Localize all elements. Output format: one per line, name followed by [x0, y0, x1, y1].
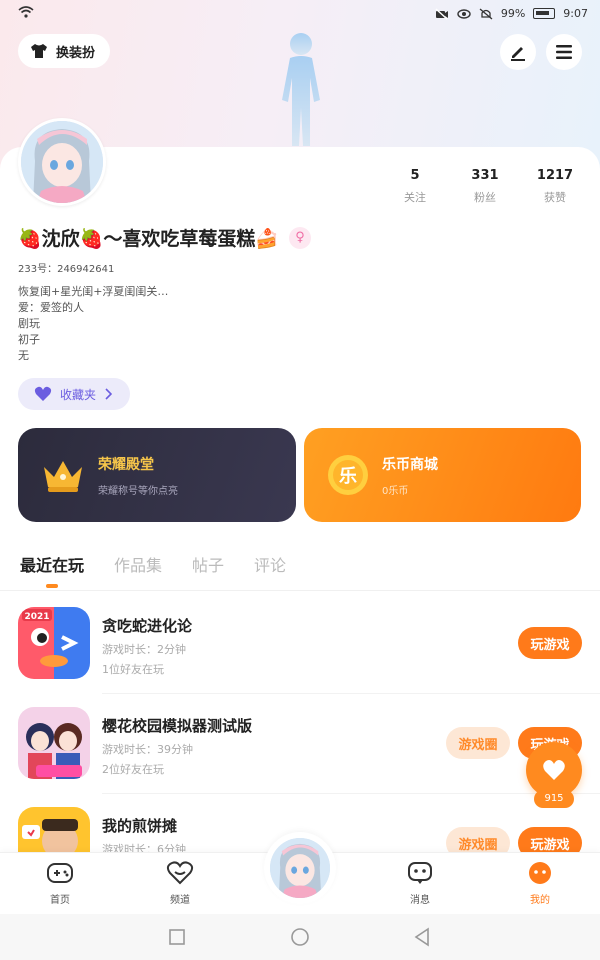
- heart-icon: [543, 760, 565, 780]
- game-friends: 2位好友在玩: [102, 763, 164, 776]
- game-name: 樱花校园模拟器测试版: [102, 717, 253, 735]
- tab-comments[interactable]: 评论: [254, 552, 286, 576]
- chevron-right-icon: [105, 388, 113, 400]
- battery-icon: [533, 8, 556, 19]
- outfit-label: 换装扮: [56, 45, 96, 61]
- svg-text:乐: 乐: [339, 466, 357, 487]
- avatar-figure-silhouette: [282, 33, 320, 146]
- play-game-button[interactable]: 玩游戏: [518, 627, 582, 659]
- avatar[interactable]: [18, 118, 106, 206]
- back-triangle-icon[interactable]: [412, 927, 432, 947]
- game-playtime: 游戏时长：2分钟: [102, 643, 186, 656]
- game-name: 贪吃蛇进化论: [102, 617, 193, 635]
- game-friends: 1位好友在玩: [102, 663, 164, 676]
- heart-chat-icon: [166, 861, 194, 885]
- recents-square-icon[interactable]: [168, 928, 186, 946]
- stat-fans[interactable]: 331 粉丝: [450, 168, 520, 205]
- list-item[interactable]: 2021 贪吃蛇进化论 游戏时长：2分钟 1位好友在玩 玩游戏: [18, 607, 582, 683]
- coin-mall-title: 乐币商城: [382, 456, 438, 473]
- stat-likes-label: 获赞: [544, 191, 566, 204]
- outfit-button[interactable]: 换装扮: [18, 34, 110, 68]
- home-circle-icon[interactable]: [290, 927, 310, 947]
- like-count-badge: 915: [534, 790, 574, 808]
- edit-profile-button[interactable]: [500, 34, 536, 70]
- nav-me[interactable]: 我的: [510, 861, 570, 906]
- nav-messages-label: 消息: [410, 895, 430, 906]
- coin-mall-card[interactable]: 乐 乐币商城 0乐币: [304, 428, 581, 522]
- sakura-school-game-icon: [18, 707, 90, 779]
- coin-icon: 乐: [328, 455, 368, 495]
- list-item[interactable]: 樱花校园模拟器测试版 游戏时长：39分钟 2位好友在玩 游戏圈 玩游戏: [18, 707, 582, 783]
- nav-me-label: 我的: [530, 895, 550, 906]
- battery-percent: 99%: [500, 7, 526, 20]
- game-name: 我的煎饼摊: [102, 817, 178, 835]
- tab-posts[interactable]: 帖子: [192, 552, 224, 576]
- message-bubble-icon: [408, 862, 432, 884]
- honor-hall-subtitle: 荣耀称号等你点亮: [98, 485, 178, 497]
- active-tab-indicator: [46, 584, 58, 588]
- anime-girl-avatar-icon: [270, 838, 330, 898]
- pencil-icon: [511, 47, 525, 61]
- snake-game-icon: 2021: [18, 607, 90, 679]
- wifi-icon: [18, 6, 34, 18]
- nav-channel[interactable]: 频道: [150, 861, 210, 906]
- collection-label: 收藏夹: [60, 387, 97, 402]
- stat-following[interactable]: 5 关注: [380, 168, 450, 205]
- profile-tabs: 最近在玩 作品集 帖子 评论: [20, 552, 286, 576]
- stat-fans-value: 331: [471, 168, 499, 183]
- tshirt-icon: [31, 44, 47, 58]
- tab-works[interactable]: 作品集: [114, 552, 162, 576]
- game-playtime: 游戏时长：39分钟: [102, 743, 193, 756]
- stat-fans-label: 粉丝: [474, 191, 496, 204]
- nav-messages[interactable]: 消息: [390, 861, 450, 906]
- nickname: 🍓沈欣🍓～喜欢吃草莓蛋糕🍰: [18, 228, 279, 250]
- user-id: 233号：246942641: [18, 264, 115, 275]
- nav-home[interactable]: 首页: [30, 861, 90, 906]
- bio: 恢复闺+星光闺+浮夏闺闺关… 爱：爱签的人 剧玩 初子 无: [18, 285, 169, 362]
- stat-following-value: 5: [410, 168, 420, 183]
- honor-hall-title: 荣耀殿堂: [98, 456, 154, 473]
- collection-button[interactable]: 收藏夹: [18, 378, 130, 410]
- svg-text:2021: 2021: [24, 612, 49, 622]
- nav-home-label: 首页: [50, 895, 70, 906]
- gamepad-icon: [47, 863, 73, 883]
- clock: 9:07: [563, 7, 588, 20]
- anime-girl-avatar-icon: [21, 121, 103, 203]
- camera-off-icon: [435, 7, 449, 20]
- coin-balance: 0乐币: [382, 485, 409, 497]
- row-divider: [102, 793, 600, 794]
- nav-avatar-center[interactable]: [264, 832, 336, 904]
- hamburger-icon: [556, 45, 572, 59]
- status-bar: 99% 9:07: [0, 0, 600, 28]
- stat-following-label: 关注: [404, 191, 426, 204]
- menu-button[interactable]: [546, 34, 582, 70]
- nav-channel-label: 频道: [170, 895, 190, 906]
- profile-stats: 5 关注 331 粉丝 1217 获赞: [380, 168, 590, 205]
- mute-bell-icon: [479, 8, 493, 20]
- tab-recent-played[interactable]: 最近在玩: [20, 552, 84, 576]
- stat-likes[interactable]: 1217 获赞: [520, 168, 590, 205]
- tabs-divider: [0, 590, 600, 591]
- female-gender-icon: ♀: [288, 226, 311, 249]
- game-circle-button[interactable]: 游戏圈: [446, 727, 510, 759]
- heart-icon: [34, 386, 52, 401]
- row-divider: [102, 693, 600, 694]
- eye-icon: [457, 8, 471, 20]
- nickname-row: 🍓沈欣🍓～喜欢吃草莓蛋糕🍰 ♀: [18, 224, 311, 251]
- stat-likes-value: 1217: [536, 168, 574, 183]
- profile-face-icon: [529, 862, 551, 884]
- crown-icon: [44, 461, 82, 492]
- system-navigation-bar: [0, 914, 600, 960]
- honor-hall-card[interactable]: 荣耀殿堂 荣耀称号等你点亮: [18, 428, 296, 522]
